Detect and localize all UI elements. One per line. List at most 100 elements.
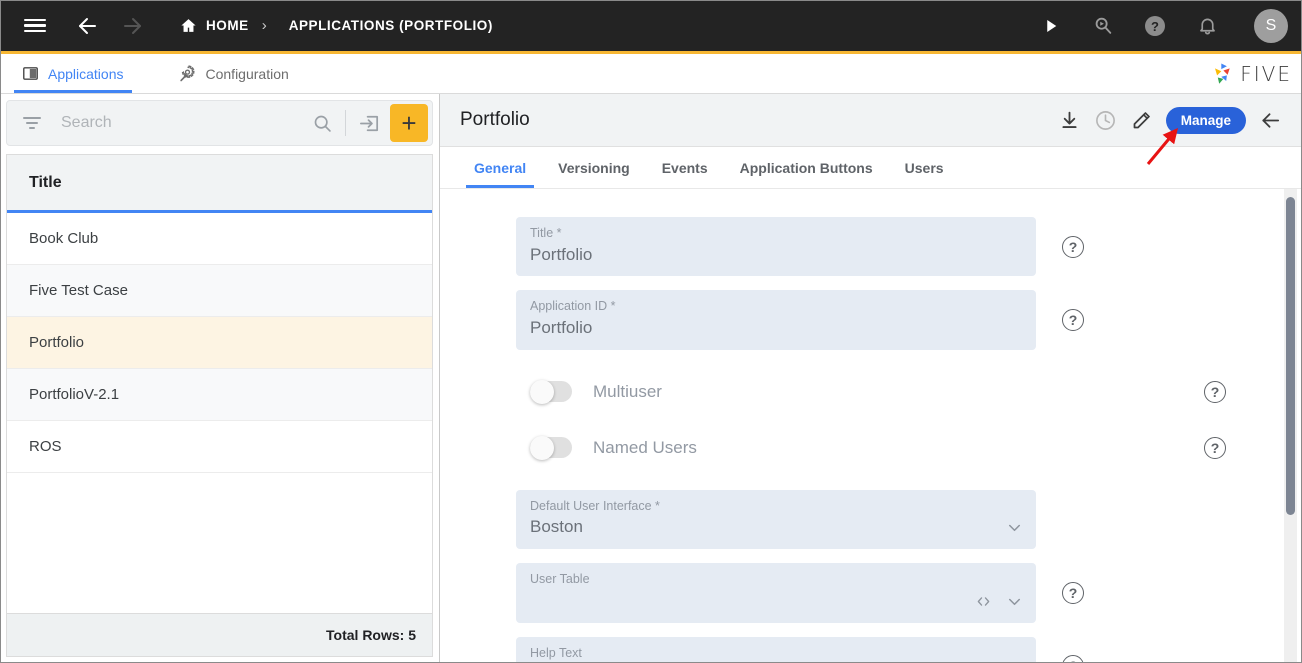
bell-icon[interactable] bbox=[1190, 9, 1224, 43]
list-item-label: PortfolioV-2.1 bbox=[29, 386, 119, 403]
top-navigation-bar: HOME › APPLICATIONS (PORTFOLIO) ? S bbox=[0, 0, 1302, 54]
tab-versioning[interactable]: Versioning bbox=[542, 147, 646, 188]
manage-button[interactable]: Manage bbox=[1166, 107, 1246, 134]
form-row-title: Title * Portfolio ? bbox=[516, 217, 1226, 276]
five-pinwheel-icon bbox=[1208, 60, 1236, 88]
app-window: HOME › APPLICATIONS (PORTFOLIO) ? S bbox=[0, 0, 1302, 663]
play-icon[interactable] bbox=[1034, 9, 1068, 43]
five-logo: FIVE bbox=[1208, 60, 1292, 88]
list-item-label: ROS bbox=[29, 438, 62, 455]
five-wordmark: FIVE bbox=[1240, 62, 1292, 86]
help-text-field[interactable]: Help Text Click to add bbox=[516, 637, 1036, 663]
multiuser-label: Multiuser bbox=[593, 382, 662, 402]
tab-events[interactable]: Events bbox=[646, 147, 724, 188]
tab-application-buttons[interactable]: Application Buttons bbox=[724, 147, 889, 188]
home-icon[interactable] bbox=[180, 17, 197, 34]
tab-applications[interactable]: Applications bbox=[8, 54, 138, 93]
form-row-help-text: Help Text Click to add ? bbox=[516, 637, 1226, 663]
default-user-interface-select[interactable]: Default User Interface * Boston bbox=[516, 490, 1036, 549]
form-row-named-users: Named Users ? bbox=[516, 420, 1226, 476]
help-text-help-icon[interactable]: ? bbox=[1062, 655, 1084, 663]
chevron-down-icon[interactable] bbox=[1005, 592, 1024, 611]
form-row-multiuser: Multiuser ? bbox=[516, 364, 1226, 420]
detail-panel: Portfolio Manage General Versioning bbox=[440, 94, 1302, 663]
form-row-application-id: Application ID * Portfolio ? bbox=[516, 290, 1226, 349]
page-title: Portfolio bbox=[460, 109, 530, 131]
tab-general[interactable]: General bbox=[458, 147, 542, 188]
list-item[interactable]: Book Club bbox=[7, 213, 432, 265]
application-id-field[interactable]: Application ID * Portfolio bbox=[516, 290, 1036, 349]
list-column-header-title[interactable]: Title bbox=[7, 155, 432, 213]
tab-configuration[interactable]: Configuration bbox=[164, 54, 303, 93]
user-table-select[interactable]: User Table bbox=[516, 563, 1036, 622]
form-scroll-area: Title * Portfolio ? Application ID * Por… bbox=[440, 189, 1302, 663]
title-field-value: Portfolio bbox=[530, 243, 1022, 267]
tab-users-label: Users bbox=[905, 160, 944, 176]
list-item-label: Portfolio bbox=[29, 334, 84, 351]
section-tab-bar: Applications Configuration FIVE bbox=[0, 54, 1302, 94]
search-play-icon[interactable] bbox=[1086, 9, 1120, 43]
tab-users[interactable]: Users bbox=[889, 147, 960, 188]
import-arrow-box-icon[interactable] bbox=[352, 106, 386, 140]
breadcrumb-current-label: APPLICATIONS (PORTFOLIO) bbox=[289, 18, 493, 33]
arrow-left-icon[interactable] bbox=[70, 9, 104, 43]
search-icon[interactable] bbox=[305, 106, 339, 140]
scrollbar-thumb[interactable] bbox=[1286, 197, 1295, 515]
total-rows-label: Total Rows: 5 bbox=[6, 613, 433, 657]
tab-general-label: General bbox=[474, 160, 526, 176]
applications-sidebar: + Title Book Club Five Test Case Portfol… bbox=[0, 94, 440, 663]
named-users-help-icon[interactable]: ? bbox=[1204, 437, 1226, 459]
list-item-label: Book Club bbox=[29, 230, 98, 247]
multiuser-help-icon[interactable]: ? bbox=[1204, 381, 1226, 403]
user-table-controls bbox=[974, 592, 1024, 611]
title-field[interactable]: Title * Portfolio bbox=[516, 217, 1036, 276]
list-item[interactable]: PortfolioV-2.1 bbox=[7, 369, 432, 421]
filter-icon[interactable] bbox=[21, 117, 43, 130]
page-body: + Title Book Club Five Test Case Portfol… bbox=[0, 94, 1302, 663]
download-icon[interactable] bbox=[1052, 102, 1088, 138]
user-table-label: User Table bbox=[530, 572, 1022, 588]
add-application-button[interactable]: + bbox=[390, 104, 428, 142]
code-brackets-icon[interactable] bbox=[974, 592, 993, 611]
list-item[interactable]: ROS bbox=[7, 421, 432, 473]
list-item-selected[interactable]: Portfolio bbox=[7, 317, 432, 369]
multiuser-toggle[interactable] bbox=[530, 381, 572, 402]
default-user-interface-controls bbox=[1005, 518, 1024, 537]
panel-icon bbox=[22, 65, 39, 82]
title-help-icon[interactable]: ? bbox=[1062, 236, 1084, 258]
close-panel-arrow-left-icon[interactable] bbox=[1252, 102, 1288, 138]
question-circle-icon[interactable]: ? bbox=[1138, 9, 1172, 43]
named-users-label: Named Users bbox=[593, 438, 697, 458]
tab-application-buttons-label: Application Buttons bbox=[740, 160, 873, 176]
clock-history-icon[interactable] bbox=[1088, 102, 1124, 138]
form-row-user-table: User Table ? bbox=[516, 563, 1226, 622]
topbar-actions: ? S bbox=[1034, 9, 1288, 43]
title-field-label: Title * bbox=[530, 226, 1022, 242]
arrow-right-icon bbox=[116, 9, 150, 43]
gear-wrench-icon bbox=[178, 64, 197, 83]
breadcrumb-home-label[interactable]: HOME bbox=[206, 18, 249, 33]
avatar[interactable]: S bbox=[1254, 9, 1288, 43]
pencil-icon[interactable] bbox=[1124, 102, 1160, 138]
help-text-label: Help Text bbox=[530, 646, 1022, 662]
default-user-interface-label: Default User Interface * bbox=[530, 499, 1022, 515]
user-table-help-icon[interactable]: ? bbox=[1062, 582, 1084, 604]
list-item[interactable]: Five Test Case bbox=[7, 265, 432, 317]
application-id-field-label: Application ID * bbox=[530, 299, 1022, 315]
breadcrumb-separator: › bbox=[262, 18, 267, 33]
named-users-toggle[interactable] bbox=[530, 437, 572, 458]
application-id-field-value: Portfolio bbox=[530, 316, 1022, 340]
hamburger-icon[interactable] bbox=[18, 9, 52, 43]
general-form: Title * Portfolio ? Application ID * Por… bbox=[440, 189, 1302, 663]
chevron-down-icon[interactable] bbox=[1005, 518, 1024, 537]
list-body: Book Club Five Test Case Portfolio Portf… bbox=[7, 213, 432, 613]
svg-text:?: ? bbox=[1151, 19, 1159, 34]
application-id-help-icon[interactable]: ? bbox=[1062, 309, 1084, 331]
search-bar: + bbox=[6, 100, 433, 146]
detail-tabs: General Versioning Events Application Bu… bbox=[440, 147, 1302, 189]
tab-versioning-label: Versioning bbox=[558, 160, 630, 176]
user-table-value bbox=[530, 589, 1022, 613]
search-input[interactable] bbox=[43, 114, 305, 132]
tab-events-label: Events bbox=[662, 160, 708, 176]
toolbar-divider bbox=[345, 110, 346, 136]
